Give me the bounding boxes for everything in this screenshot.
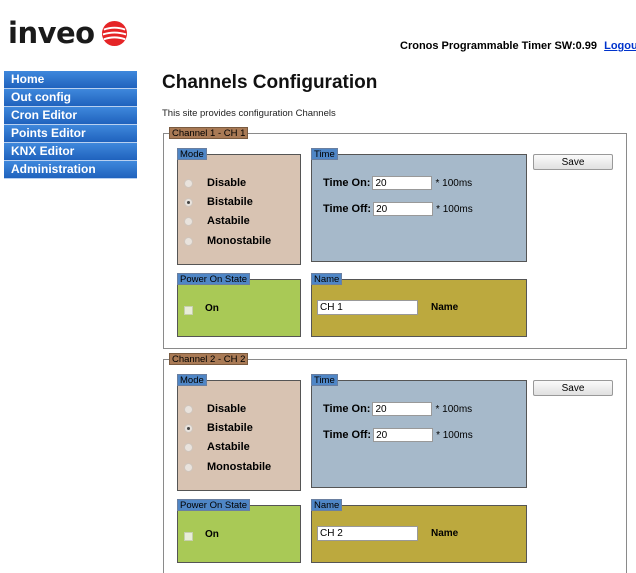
sidebar-item-points-editor[interactable]: Points Editor	[4, 125, 137, 143]
mode-panel: Mode Disable Bistabile Astabile Monostab…	[177, 148, 301, 265]
mode-label: Monostabile	[207, 235, 272, 247]
channel-2-fieldset: Channel 2 - CH 2 Mode Disable Bistabile …	[163, 353, 627, 573]
time-on-row: Time On: * 100ms	[323, 176, 472, 190]
time-on-label: Time On:	[323, 403, 371, 415]
sidebar-item-out-config[interactable]: Out config	[4, 89, 137, 107]
sidebar-item-home[interactable]: Home	[4, 71, 137, 89]
name-input[interactable]	[317, 300, 418, 315]
mode-legend: Mode	[177, 148, 207, 160]
time-unit-label: * 100ms	[435, 177, 473, 189]
header-info: Cronos Programmable Timer SW:0.99 Logout	[400, 40, 636, 52]
page-description: This site provides configuration Channel…	[162, 108, 336, 119]
time-on-row: Time On: * 100ms	[323, 402, 472, 416]
power-on-checkbox[interactable]	[184, 306, 193, 315]
save-button[interactable]: Save	[533, 154, 613, 170]
time-unit-label: * 100ms	[436, 203, 473, 215]
time-off-row: Time Off: * 100ms	[323, 202, 473, 216]
mode-label: Astabile	[207, 215, 250, 227]
mode-option-astabile[interactable]: Astabile	[184, 439, 250, 455]
radio-button[interactable]	[184, 178, 193, 188]
time-off-input[interactable]	[373, 428, 434, 442]
time-off-row: Time Off: * 100ms	[323, 428, 473, 442]
mode-label: Disable	[207, 403, 247, 415]
mode-label: Astabile	[207, 441, 250, 453]
mode-label: Bistabile	[207, 422, 253, 434]
logo-text: inveo	[8, 16, 95, 50]
radio-button[interactable]	[184, 462, 193, 472]
channel-2-legend: Channel 2 - CH 2	[169, 353, 249, 365]
sidebar-item-knx-editor[interactable]: KNX Editor	[4, 143, 137, 161]
mode-option-disable[interactable]: Disable	[184, 401, 246, 417]
mode-label: Disable	[207, 177, 247, 189]
name-panel: Name Name	[311, 499, 527, 563]
firmware-info: Cronos Programmable Timer SW:0.99	[400, 40, 598, 52]
channel-1-fieldset: Channel 1 - CH 1 Mode Disable Bistabile …	[163, 127, 627, 349]
time-unit-label: * 100ms	[436, 429, 473, 441]
name-panel: Name Name	[311, 273, 527, 337]
mode-panel: Mode Disable Bistabile Astabile Monostab…	[177, 374, 301, 491]
mode-option-monostabile[interactable]: Monostabile	[184, 459, 271, 475]
power-on-label: On	[205, 529, 219, 540]
name-input[interactable]	[317, 526, 418, 541]
sidebar-item-administration[interactable]: Administration	[4, 161, 137, 179]
logout-link[interactable]: Logout	[604, 40, 636, 52]
mode-option-bistabile[interactable]: Bistabile	[184, 194, 253, 210]
time-panel: Time Time On: * 100ms Time Off: * 100ms	[311, 148, 527, 262]
time-off-label: Time Off:	[323, 429, 372, 441]
power-on-checkbox[interactable]	[184, 532, 193, 541]
mode-label: Bistabile	[207, 196, 253, 208]
time-on-label: Time On:	[323, 177, 371, 189]
radio-button[interactable]	[184, 423, 193, 433]
radio-button[interactable]	[184, 216, 193, 226]
power-on-state-panel: Power On State On	[177, 273, 301, 337]
radio-button[interactable]	[184, 236, 193, 246]
power-on-label: On	[205, 303, 219, 314]
logo: inveo	[8, 16, 128, 50]
power-on-state-legend: Power On State	[177, 499, 251, 511]
time-off-label: Time Off:	[323, 203, 372, 215]
sidebar-item-cron-editor[interactable]: Cron Editor	[4, 107, 137, 125]
name-legend: Name	[311, 273, 343, 285]
time-unit-label: * 100ms	[435, 403, 473, 415]
name-legend: Name	[311, 499, 343, 511]
mode-option-astabile[interactable]: Astabile	[184, 213, 250, 229]
sidebar-nav: Home Out config Cron Editor Points Edito…	[4, 71, 137, 179]
power-on-state-legend: Power On State	[177, 273, 251, 285]
radio-button[interactable]	[184, 404, 193, 414]
time-off-input[interactable]	[373, 202, 434, 216]
mode-option-bistabile[interactable]: Bistabile	[184, 420, 253, 436]
radio-button[interactable]	[184, 442, 193, 452]
time-panel: Time Time On: * 100ms Time Off: * 100ms	[311, 374, 527, 488]
mode-legend: Mode	[177, 374, 207, 386]
name-label: Name	[431, 302, 459, 313]
time-legend: Time	[311, 148, 338, 160]
mode-label: Monostabile	[207, 461, 272, 473]
time-on-input[interactable]	[372, 402, 433, 416]
mode-option-monostabile[interactable]: Monostabile	[184, 233, 271, 249]
radio-button[interactable]	[184, 197, 193, 207]
inveo-sphere-logo-icon	[101, 20, 127, 46]
power-on-state-panel: Power On State On	[177, 499, 301, 563]
mode-option-disable[interactable]: Disable	[184, 175, 246, 191]
page-title: Channels Configuration	[162, 72, 378, 93]
time-legend: Time	[311, 374, 338, 386]
name-label: Name	[431, 528, 459, 539]
save-button[interactable]: Save	[533, 380, 613, 396]
channel-1-legend: Channel 1 - CH 1	[169, 127, 249, 139]
time-on-input[interactable]	[372, 176, 433, 190]
